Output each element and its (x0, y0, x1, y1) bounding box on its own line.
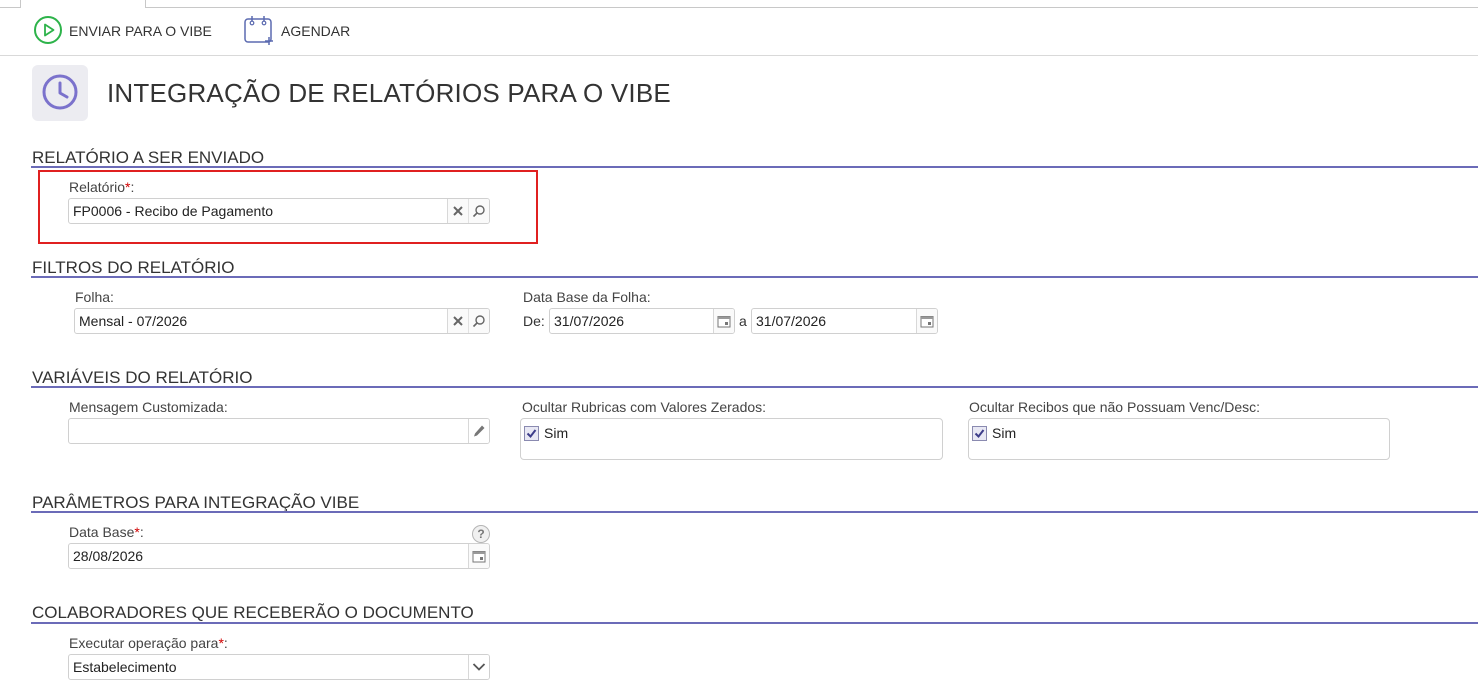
section-title-report: RELATÓRIO A SER ENVIADO (32, 148, 265, 167)
hide-receipts-option: Sim (992, 425, 1017, 441)
date-to-field[interactable]: 31/07/2026 (751, 308, 938, 334)
date-from-field[interactable]: 31/07/2026 (549, 308, 735, 334)
section-divider (31, 622, 1478, 624)
checkbox-checked-icon (972, 425, 987, 441)
checkbox-checked-icon (524, 425, 539, 441)
date-from-value: 31/07/2026 (554, 313, 625, 329)
page-icon (32, 65, 88, 121)
data-base-calendar-button[interactable] (468, 544, 489, 568)
date-to-calendar-button[interactable] (916, 309, 937, 333)
to-label: a (739, 313, 747, 329)
exec-value: Estabelecimento (73, 659, 177, 675)
pencil-icon (474, 425, 485, 437)
tab-strip (0, 0, 1478, 8)
edit-message-button[interactable] (468, 419, 489, 443)
send-to-vibe-button[interactable]: ENVIAR PARA O VIBE (33, 8, 212, 54)
section-divider (31, 276, 1478, 278)
date-to-value: 31/07/2026 (756, 313, 827, 329)
calendar-icon (472, 550, 486, 562)
help-icon[interactable]: ? (472, 525, 490, 543)
page-title: INTEGRAÇÃO DE RELATÓRIOS PARA O VIBE (107, 78, 671, 108)
section-title-params: PARÂMETROS PARA INTEGRAÇÃO VIBE (32, 493, 360, 512)
section-divider (31, 386, 1478, 388)
play-circle-icon (33, 15, 63, 48)
calendar-icon (920, 315, 934, 327)
data-base-field[interactable]: 28/08/2026 (68, 543, 490, 569)
folha-value: Mensal - 07/2026 (79, 313, 188, 329)
section-divider (31, 511, 1478, 513)
send-to-vibe-label: ENVIAR PARA O VIBE (69, 23, 212, 39)
date-from-calendar-button[interactable] (713, 309, 734, 333)
hide-receipts-checkbox[interactable]: Sim (972, 425, 1016, 441)
report-field[interactable]: FP0006 - Recibo de Pagamento (68, 198, 490, 224)
folha-label: Folha: (75, 289, 114, 305)
exec-label: Executar operação para*: (69, 635, 228, 651)
section-title-filters: FILTROS DO RELATÓRIO (32, 258, 235, 277)
exec-select[interactable]: Estabelecimento (68, 654, 490, 680)
hide-zero-group: Sim (520, 418, 943, 460)
section-title-variables: VARIÁVEIS DO RELATÓRIO (32, 368, 253, 387)
clear-folha-button[interactable] (447, 309, 468, 333)
clear-report-button[interactable] (447, 199, 468, 223)
message-field[interactable] (68, 418, 490, 444)
close-icon (453, 206, 463, 216)
hide-receipts-label: Ocultar Recibos que não Possuam Venc/Des… (969, 399, 1261, 415)
exec-dropdown-button[interactable] (468, 655, 489, 679)
calendar-icon (717, 315, 731, 327)
data-base-folha-label: Data Base da Folha: (523, 289, 651, 305)
report-value: FP0006 - Recibo de Pagamento (73, 203, 274, 219)
search-report-button[interactable] (468, 199, 489, 223)
search-icon (472, 315, 485, 328)
data-base-label: Data Base*: (69, 524, 144, 540)
section-divider (31, 166, 1478, 168)
search-icon (472, 205, 485, 218)
hide-zero-label: Ocultar Rubricas com Valores Zerados: (522, 399, 767, 415)
hide-receipts-group: Sim (968, 418, 1390, 460)
report-label: Relatório*: (69, 179, 135, 195)
search-folha-button[interactable] (468, 309, 489, 333)
toolbar: ENVIAR PARA O VIBE AGENDAR (0, 8, 1478, 56)
calendar-add-icon (243, 14, 275, 49)
hide-zero-checkbox[interactable]: Sim (524, 425, 568, 441)
hide-zero-option: Sim (544, 425, 569, 441)
close-icon (453, 316, 463, 326)
message-label: Mensagem Customizada: (69, 399, 228, 415)
data-base-value: 28/08/2026 (73, 548, 144, 564)
from-label: De: (523, 313, 545, 329)
section-title-collaborators: COLABORADORES QUE RECEBERÃO O DOCUMENTO (32, 603, 474, 622)
tab-active[interactable] (20, 0, 146, 8)
chevron-down-icon (472, 663, 486, 671)
schedule-button[interactable]: AGENDAR (243, 8, 350, 54)
clock-icon (41, 73, 79, 114)
folha-field[interactable]: Mensal - 07/2026 (74, 308, 490, 334)
schedule-label: AGENDAR (281, 23, 351, 39)
